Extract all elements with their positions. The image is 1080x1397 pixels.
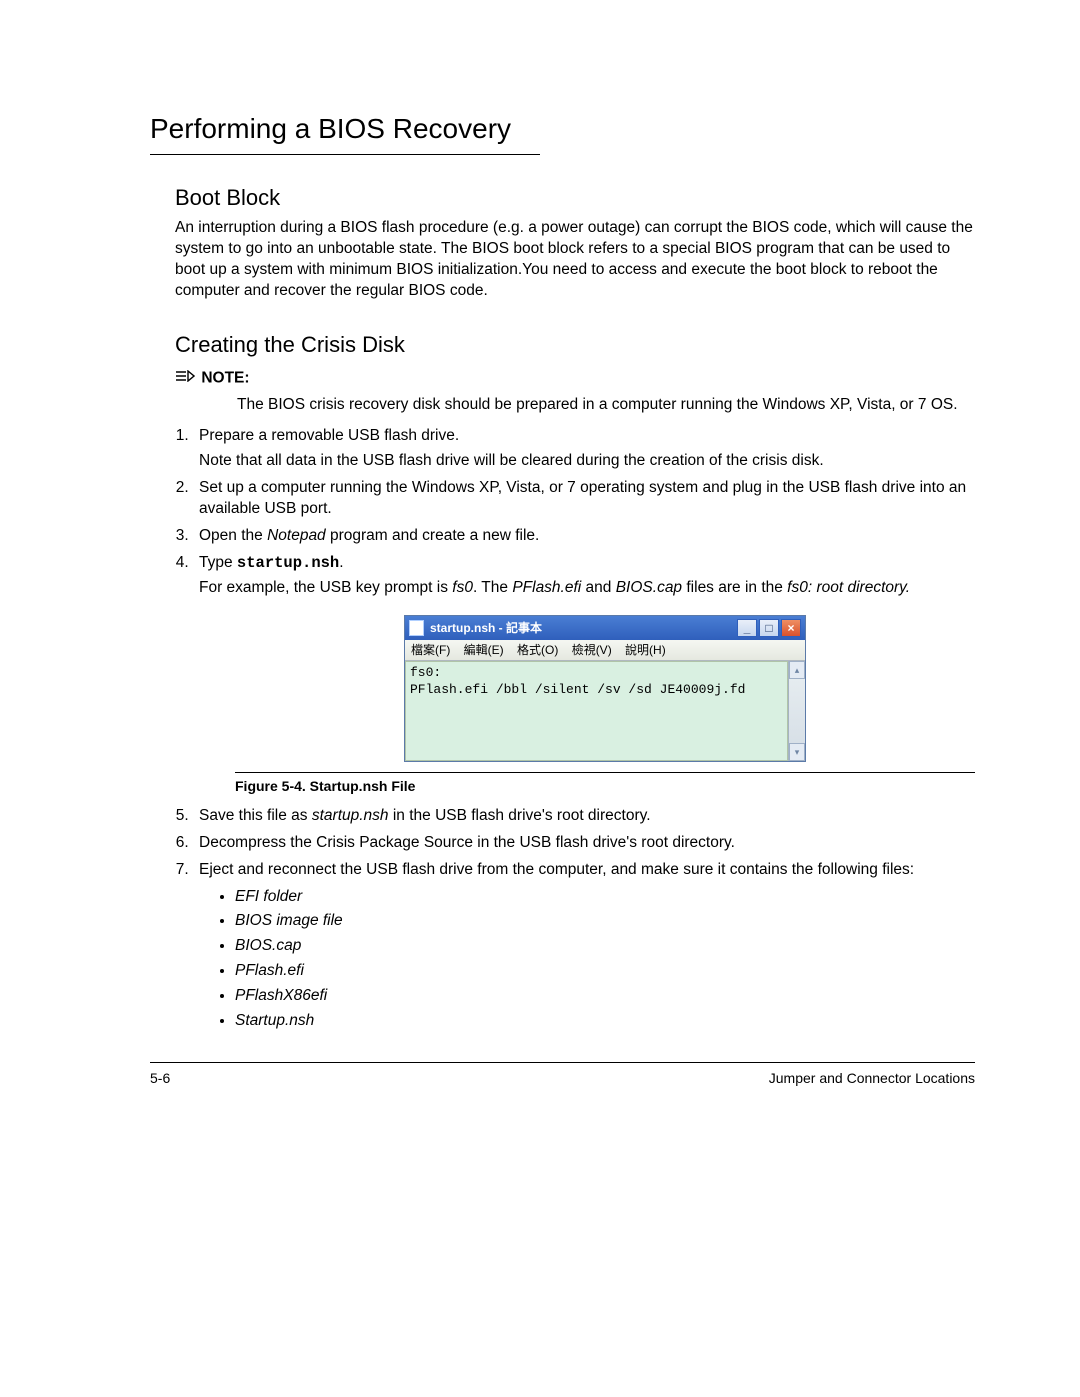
note-icon: [175, 368, 197, 389]
note-label-row: NOTE:: [175, 368, 975, 389]
file-item: EFI folder: [235, 887, 975, 908]
notepad-titlebar: startup.nsh - 記事本 _ □ ×: [405, 616, 805, 640]
heading-crisis-disk: Creating the Crisis Disk: [175, 330, 975, 360]
content: Boot Block An interruption during a BIOS…: [150, 183, 975, 1032]
file-item: BIOS image file: [235, 911, 975, 932]
step-7: Eject and reconnect the USB flash drive …: [193, 860, 975, 1032]
notepad-menubar: 檔案(F) 編輯(E) 格式(O) 檢視(V) 說明(H): [405, 640, 805, 661]
file-item: Startup.nsh: [235, 1011, 975, 1032]
figure-caption: Figure 5-4. Startup.nsh File: [235, 777, 975, 796]
file-item: BIOS.cap: [235, 936, 975, 957]
scroll-down-icon[interactable]: ▾: [789, 743, 805, 761]
page-footer: 5-6 Jumper and Connector Locations: [150, 1062, 975, 1088]
step-1-main: Prepare a removable USB flash drive.: [199, 427, 459, 444]
page-number: 5-6: [150, 1069, 170, 1088]
steps-list-2: Save this file as startup.nsh in the USB…: [175, 806, 975, 1032]
notepad-scrollbar[interactable]: ▴ ▾: [788, 661, 805, 761]
caption-rule: [235, 772, 975, 773]
page: Performing a BIOS Recovery Boot Block An…: [0, 0, 1080, 1148]
step-4-example: For example, the USB key prompt is fs0. …: [199, 578, 975, 599]
boot-block-body: An interruption during a BIOS flash proc…: [175, 218, 975, 302]
heading-boot-block: Boot Block: [175, 183, 975, 213]
notepad-title: startup.nsh - 記事本: [430, 620, 737, 636]
minimize-button[interactable]: _: [737, 619, 757, 637]
title-rule: [150, 154, 540, 155]
steps-list-1: Prepare a removable USB flash drive. Not…: [175, 426, 975, 598]
menu-edit[interactable]: 編輯(E): [464, 643, 504, 657]
step-2-main: Set up a computer running the Windows XP…: [199, 479, 966, 517]
figure: startup.nsh - 記事本 _ □ × 檔案(F) 編輯(E) 格式(O…: [235, 615, 975, 796]
step-4: Type startup.nsh. For example, the USB k…: [193, 553, 975, 599]
note-label: NOTE:: [201, 369, 249, 386]
notepad-line-2: PFlash.efi /bbl /silent /sv /sd JE40009j…: [410, 681, 783, 699]
step-1: Prepare a removable USB flash drive. Not…: [193, 426, 975, 472]
close-button[interactable]: ×: [781, 619, 801, 637]
notepad-window: startup.nsh - 記事本 _ □ × 檔案(F) 編輯(E) 格式(O…: [404, 615, 806, 762]
page-title: Performing a BIOS Recovery: [150, 110, 975, 148]
step-2: Set up a computer running the Windows XP…: [193, 478, 975, 520]
notepad-line-1: fs0:: [410, 664, 783, 682]
notepad-text-area[interactable]: fs0: PFlash.efi /bbl /silent /sv /sd JE4…: [405, 661, 788, 761]
file-item: PFlash.efi: [235, 961, 975, 982]
step-3: Open the Notepad program and create a ne…: [193, 526, 975, 547]
menu-view[interactable]: 檢視(V): [572, 643, 612, 657]
menu-file[interactable]: 檔案(F): [411, 643, 450, 657]
menu-format[interactable]: 格式(O): [517, 643, 558, 657]
maximize-button[interactable]: □: [759, 619, 779, 637]
file-item: PFlashX86efi: [235, 986, 975, 1007]
notepad-icon: [409, 620, 424, 636]
step-5: Save this file as startup.nsh in the USB…: [193, 806, 975, 827]
note-body: The BIOS crisis recovery disk should be …: [237, 395, 975, 416]
files-list: EFI folder BIOS image file BIOS.cap PFla…: [199, 887, 975, 1033]
step-6: Decompress the Crisis Package Source in …: [193, 833, 975, 854]
scroll-up-icon[interactable]: ▴: [789, 661, 805, 679]
footer-section: Jumper and Connector Locations: [769, 1069, 975, 1088]
step-1-extra: Note that all data in the USB flash driv…: [199, 451, 975, 472]
menu-help[interactable]: 說明(H): [625, 643, 666, 657]
